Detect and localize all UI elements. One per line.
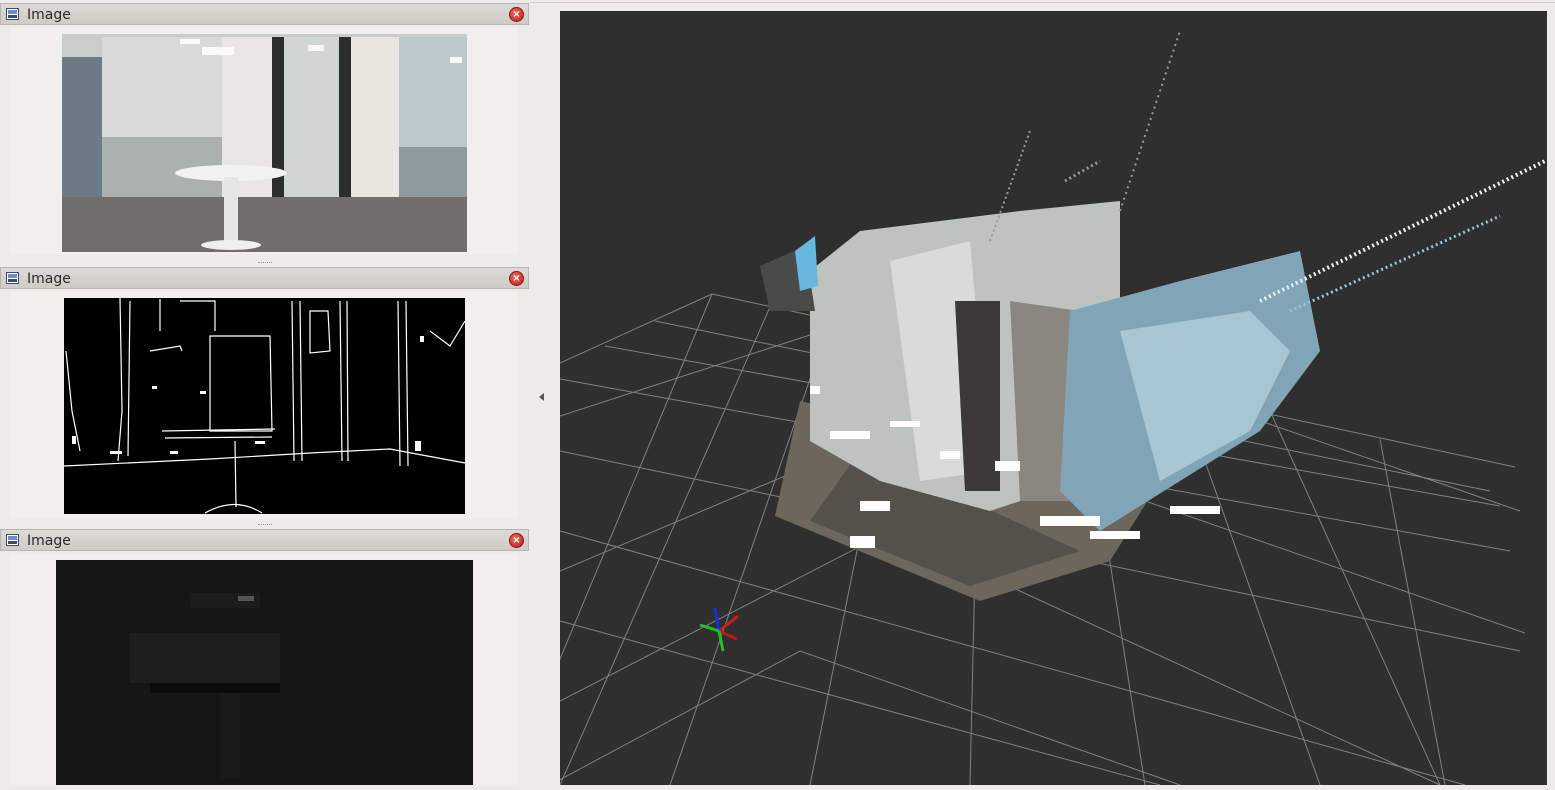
- image-panel-depth: Image ×: [0, 529, 530, 790]
- panel-title: Image: [27, 271, 71, 287]
- depth-image: [56, 560, 473, 785]
- close-icon[interactable]: ×: [509, 533, 524, 548]
- panel-title: Image: [27, 533, 71, 549]
- collapse-arrow-icon[interactable]: [539, 393, 544, 401]
- resize-handle[interactable]: [258, 524, 272, 527]
- image-panel-rgb: Image ×: [0, 3, 530, 265]
- edge-image: [63, 297, 466, 514]
- panel-titlebar[interactable]: Image ×: [0, 529, 529, 551]
- close-icon[interactable]: ×: [509, 7, 524, 22]
- close-icon[interactable]: ×: [509, 271, 524, 286]
- image-panel-edges: Image ×: [0, 267, 530, 529]
- image-area: [10, 553, 518, 785]
- 3d-viewport[interactable]: [560, 11, 1547, 785]
- rgb-image: [62, 34, 467, 252]
- point-cloud-view: [560, 30, 1546, 785]
- top-divider: [530, 2, 1555, 3]
- panel-titlebar[interactable]: Image ×: [0, 3, 529, 25]
- image-window-icon: [6, 272, 19, 284]
- resize-handle[interactable]: [258, 262, 272, 265]
- image-window-icon: [6, 534, 19, 546]
- image-area: [10, 291, 518, 519]
- panel-title: Image: [27, 7, 71, 23]
- image-area: [10, 27, 518, 255]
- image-window-icon: [6, 8, 19, 20]
- panel-titlebar[interactable]: Image ×: [0, 267, 529, 289]
